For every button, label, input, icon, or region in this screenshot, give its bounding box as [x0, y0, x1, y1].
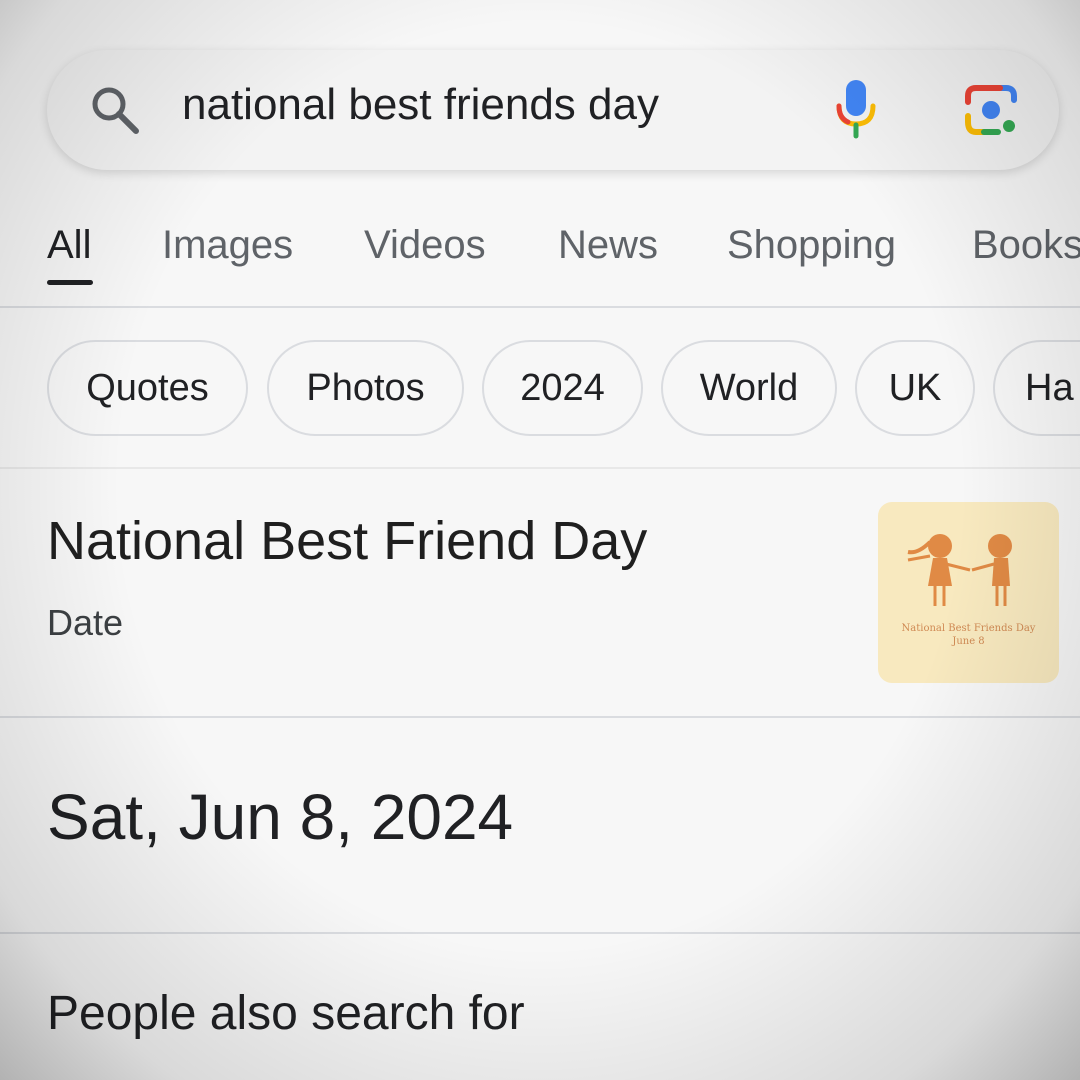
chip-uk[interactable]: UK — [855, 340, 975, 436]
tab-books[interactable]: Books — [972, 223, 1080, 268]
chip-partial[interactable]: Ha — [993, 340, 1080, 436]
search-icon[interactable] — [88, 83, 142, 137]
tab-all[interactable]: All — [47, 223, 91, 268]
thumbnail-caption-line-1: National Best Friends Day — [901, 623, 1036, 634]
chip-quotes[interactable]: Quotes — [47, 340, 248, 436]
knowledge-panel-thumbnail[interactable]: National Best Friends Day June 8 — [878, 502, 1059, 683]
chip-world[interactable]: World — [661, 340, 837, 436]
answer-date-value: Sat, Jun 8, 2024 — [47, 781, 514, 853]
search-input[interactable]: national best friends day — [182, 80, 659, 130]
chip-2024[interactable]: 2024 — [482, 340, 643, 436]
tab-videos[interactable]: Videos — [364, 223, 486, 268]
search-tabs: All Images Videos News Shopping Books — [0, 215, 1080, 285]
tab-images[interactable]: Images — [162, 223, 293, 268]
active-tab-indicator — [47, 280, 93, 285]
tab-news[interactable]: News — [558, 223, 658, 268]
knowledge-panel-subtitle: Date — [47, 602, 124, 643]
thumbnail-caption: National Best Friends Day June 8 — [878, 622, 1059, 648]
thumbnail-caption-line-2: June 8 — [952, 636, 985, 647]
people-also-search-heading: People also search for — [47, 987, 525, 1040]
best-friends-illustration — [907, 534, 1012, 606]
chip-photos[interactable]: Photos — [267, 340, 464, 436]
search-results-screen: national best friends day All Images Vid… — [0, 0, 1080, 1080]
tab-shopping[interactable]: Shopping — [727, 223, 896, 268]
lens-icon[interactable] — [962, 82, 1020, 138]
mic-icon[interactable] — [834, 78, 878, 140]
chips-divider — [0, 467, 1080, 469]
answer-divider — [0, 932, 1080, 934]
tabs-divider — [0, 306, 1080, 308]
panel-divider — [0, 716, 1080, 718]
knowledge-panel-title[interactable]: National Best Friend Day — [47, 510, 647, 572]
